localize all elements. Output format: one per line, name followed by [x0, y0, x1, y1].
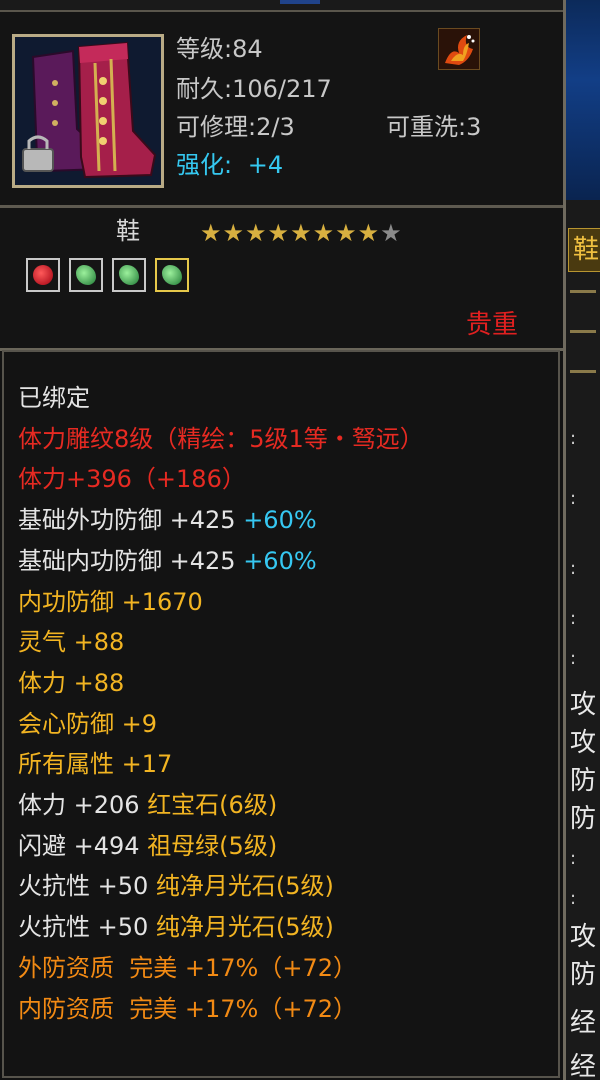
attr-crit-def: 会心防御 +9 [18, 709, 158, 738]
star-icon: ★ [290, 219, 313, 247]
attr-stamina-main: 体力+396（+186） [18, 465, 246, 494]
flame-effect-icon [438, 28, 480, 70]
strength-value: +4 [247, 151, 284, 179]
side-char: 攻 [570, 922, 597, 952]
attr-carving: 体力雕纹8级（精绘：5级1等・驽远） [18, 424, 424, 453]
star-icon: ★ [312, 219, 336, 247]
dots: : [570, 558, 577, 579]
divider [570, 290, 596, 293]
attr-all-stats: 所有属性 +17 [18, 750, 173, 779]
divider [570, 370, 596, 373]
item-strength: 强化: +4 [176, 150, 283, 180]
star-icon: ★ [335, 219, 358, 247]
star-empty-icon: ★ [380, 219, 403, 247]
attr-gem-moonstone: 火抗性 +50 纯净月光石(5级) [18, 913, 334, 942]
side-tab[interactable]: 鞋 [568, 228, 600, 272]
strength-label: 强化: [176, 151, 233, 179]
side-char: 经 [570, 1052, 597, 1080]
dots: : [570, 888, 577, 909]
red-gem-icon [26, 258, 60, 292]
item-level: 等级:84 [176, 35, 263, 63]
attr-stamina: 体力 +88 [18, 668, 125, 697]
top-border [0, 0, 563, 12]
attr-base-int-def: 基础内功防御 +425 +60% [18, 546, 317, 575]
star-rating: ★★★★★★★★★ [200, 220, 403, 246]
boots-icon [15, 37, 161, 185]
item-type: 鞋 [116, 217, 140, 245]
star-icon: ★ [222, 219, 246, 247]
divider [570, 330, 596, 333]
gem-slots [26, 258, 189, 292]
green-gem-icon [69, 258, 103, 292]
background-scenery [566, 0, 600, 200]
star-icon: ★ [357, 219, 381, 247]
attribute-list: 已绑定 体力雕纹8级（精绘：5级1等・驽远） 体力+396（+186） 基础外功… [18, 378, 424, 1029]
background-window-strip: 鞋 : : : : : 攻 攻 防 防 : : 攻 防 经 经 [566, 0, 600, 1080]
item-icon-frame [12, 34, 164, 188]
side-tab-label: 鞋 [573, 235, 600, 265]
dots: : [570, 488, 577, 509]
dots: : [570, 848, 577, 869]
attr-base-ext-def: 基础外功防御 +425 +60% [18, 506, 317, 535]
attr-ext-aptitude: 外防资质 完美 +17%（+72） [18, 953, 357, 982]
item-repair-count: 可修理:2/3 [176, 113, 295, 141]
rarity-label: 贵重 [466, 310, 519, 340]
green-gem-icon [112, 258, 146, 292]
side-char: 攻 [570, 690, 597, 720]
side-char: 防 [570, 766, 597, 796]
star-icon: ★ [245, 219, 268, 247]
side-char: 防 [570, 960, 597, 990]
side-char: 攻 [570, 728, 597, 758]
dots: : [570, 648, 577, 669]
attr-gem-ruby: 体力 +206 红宝石(6级) [18, 791, 278, 820]
dots: : [570, 608, 577, 629]
item-durability: 耐久:106/217 [176, 75, 332, 103]
attr-gem-emerald: 闪避 +494 祖母绿(5级) [18, 831, 278, 860]
star-icon: ★ [200, 219, 223, 247]
attr-spirit: 灵气 +88 [18, 628, 125, 657]
side-char: 经 [570, 1008, 597, 1038]
tooltip-header: 等级:84 耐久:106/217 可修理:2/3 可重洗:3 强化: +4 [0, 0, 563, 208]
attr-int-def: 内功防御 +1670 [18, 587, 203, 616]
star-icon: ★ [267, 219, 291, 247]
attr-bound: 已绑定 [18, 384, 90, 412]
attr-int-aptitude: 内防资质 完美 +17%（+72） [18, 994, 357, 1023]
item-rewash-count: 可重洗:3 [386, 113, 482, 141]
attr-gem-moonstone: 火抗性 +50 纯净月光石(5级) [18, 872, 334, 901]
green-gem-icon [155, 258, 189, 292]
item-tooltip: 等级:84 耐久:106/217 可修理:2/3 可重洗:3 强化: +4 鞋 … [0, 0, 566, 1080]
side-char: 防 [570, 804, 597, 834]
dots: : [570, 428, 577, 449]
